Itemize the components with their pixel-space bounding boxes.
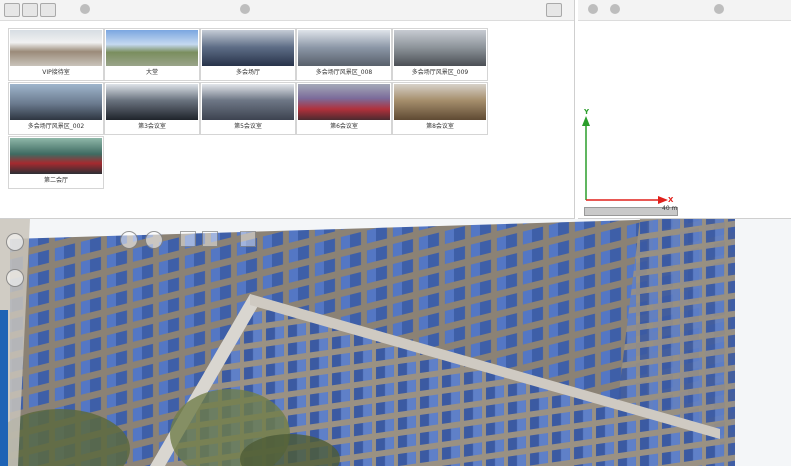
minimap-panel: Y X 40 m <box>578 0 791 219</box>
y-axis-arrow-icon <box>582 116 590 126</box>
scene-preview-image <box>298 84 390 120</box>
detail-view-button[interactable] <box>40 3 56 17</box>
expand-button[interactable] <box>546 3 562 17</box>
x-axis-arrow-icon <box>658 196 668 204</box>
panorama-view[interactable] <box>0 219 791 466</box>
scene-caption: 多会场厅 <box>235 69 260 76</box>
scene-preview-image <box>394 84 486 120</box>
scene-thumbnail[interactable]: 多会场厅 <box>200 28 296 81</box>
compass-icon[interactable] <box>6 233 24 251</box>
camera-icon[interactable] <box>145 231 163 249</box>
scene-thumbnail[interactable]: 多会场厅风景区_009 <box>392 28 488 81</box>
grid-view-button[interactable] <box>22 3 38 17</box>
location-pin-icon[interactable] <box>120 231 138 249</box>
scene-preview-image <box>106 84 198 120</box>
scene-thumbnail[interactable]: 多会场厅风景区_002 <box>8 82 104 135</box>
scene-preview-image <box>394 30 486 66</box>
scene-caption: 多会场厅风景区_009 <box>411 69 469 76</box>
share-icon[interactable] <box>240 231 256 247</box>
scene-caption: 多会场厅风景区_008 <box>315 69 373 76</box>
scene-preview-image <box>10 138 102 174</box>
scene-thumbnail[interactable]: 第二会厅 <box>8 136 104 189</box>
scene-caption: 第二会厅 <box>43 177 68 184</box>
scene-thumbnail[interactable]: 第3会议室 <box>104 82 200 135</box>
side-accent-strip <box>0 310 8 466</box>
refresh-icon[interactable] <box>240 4 250 14</box>
scene-caption: VIP接待室 <box>42 69 70 76</box>
scene-thumbnail-panel: VIP接待室 大堂 多会场厅 多会场厅风景区_008 多会场厅风景区_009 多会场厅风景… <box>0 0 575 219</box>
scene-caption: 第3会议室 <box>138 123 166 130</box>
scene-preview-image <box>202 30 294 66</box>
scene-preview-image <box>10 84 102 120</box>
scene-preview-image <box>106 30 198 66</box>
scene-thumbnail[interactable]: 第6会议室 <box>296 82 392 135</box>
scene-caption: 第5会议室 <box>234 123 262 130</box>
settings-icon[interactable] <box>80 4 90 14</box>
scene-thumbnail[interactable]: 第5会议室 <box>200 82 296 135</box>
scene-thumbnail[interactable]: 大堂 <box>104 28 200 81</box>
scene-thumbnail[interactable]: 多会场厅风景区_008 <box>296 28 392 81</box>
scene-preview-image <box>10 30 102 66</box>
list-view-button[interactable] <box>4 3 20 17</box>
scene-caption: 第6会议室 <box>330 123 358 130</box>
thumbnail-toolbar <box>0 0 574 21</box>
axis-gizmo <box>582 116 668 204</box>
scene-caption: 第8会议室 <box>426 123 454 130</box>
scene-caption: 大堂 <box>145 69 158 76</box>
x-axis-label: X <box>668 196 674 204</box>
rotate-icon[interactable] <box>6 269 24 287</box>
building-facade-image <box>0 219 791 466</box>
layout-icon[interactable] <box>180 231 196 247</box>
scene-caption: 多会场厅风景区_002 <box>27 123 85 130</box>
fullscreen-icon[interactable] <box>202 231 218 247</box>
y-axis-label: Y <box>584 108 590 116</box>
scene-preview-image <box>202 84 294 120</box>
scene-thumbnail[interactable]: VIP接待室 <box>8 28 104 81</box>
scale-label: 40 m <box>662 205 678 212</box>
scene-thumbnail[interactable]: 第8会议室 <box>392 82 488 135</box>
scene-preview-image <box>298 30 390 66</box>
